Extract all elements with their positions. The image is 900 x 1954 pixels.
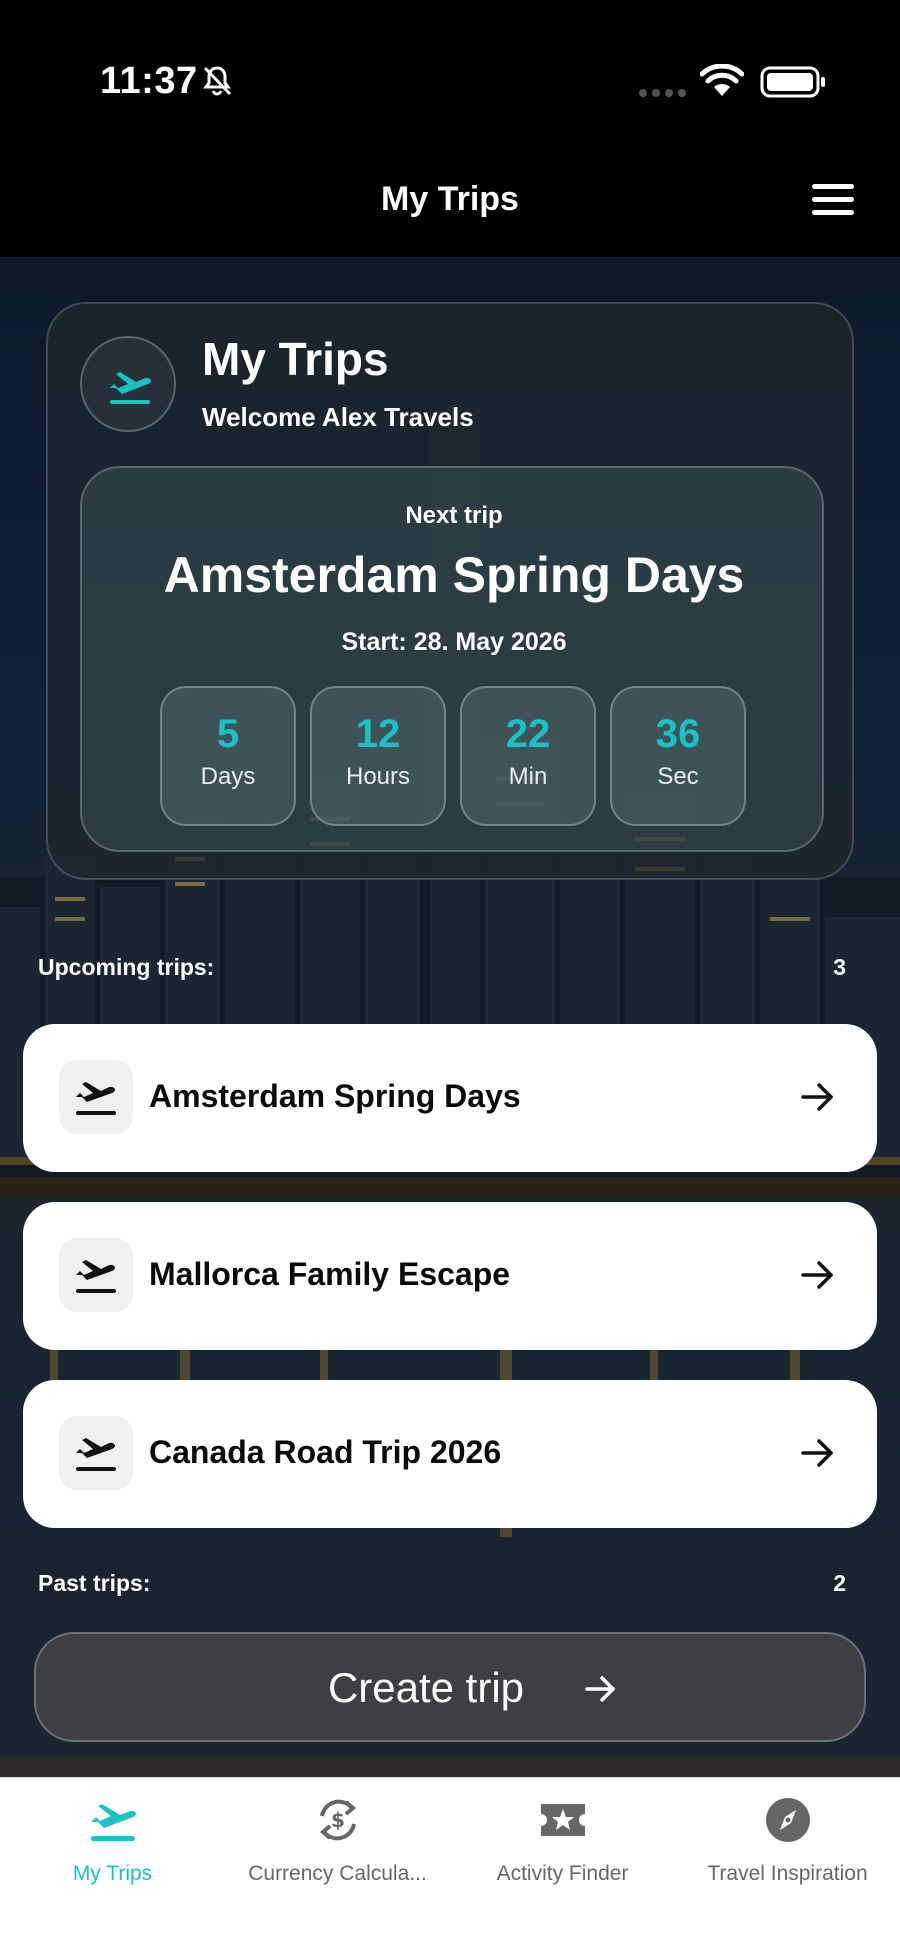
past-trips-count: 2 xyxy=(833,1570,846,1596)
page-title: My Trips xyxy=(381,180,519,218)
plane-takeoff-icon xyxy=(76,1438,116,1471)
status-bar: 11:37 xyxy=(0,0,900,160)
welcome-text: Welcome Alex Travels xyxy=(202,402,474,432)
arrow-right-icon xyxy=(801,1439,833,1467)
hero-avatar xyxy=(80,336,176,432)
battery-icon xyxy=(760,66,825,98)
tab-travel-inspiration[interactable]: Travel Inspiration xyxy=(675,1778,900,1898)
hamburger-icon-line xyxy=(812,197,854,202)
tab-label: My Trips xyxy=(72,1862,153,1885)
trip-name: Canada Road Trip 2026 xyxy=(149,1434,502,1470)
arrow-right-icon xyxy=(801,1083,833,1111)
plane-takeoff-icon xyxy=(90,1804,136,1841)
trip-card-canada[interactable]: Canada Road Trip 2026 xyxy=(23,1380,877,1528)
countdown-value: 5 xyxy=(216,712,240,756)
trip-icon-container xyxy=(59,1060,133,1134)
svg-text:$: $ xyxy=(331,1808,345,1832)
tab-bar: My Trips $ Currency Calcula... Activity … xyxy=(0,1777,900,1954)
tab-label: Travel Inspiration xyxy=(707,1862,868,1885)
tab-currency-calculator[interactable]: $ Currency Calcula... xyxy=(225,1778,450,1898)
plane-takeoff-icon xyxy=(76,1260,116,1293)
trip-card-amsterdam[interactable]: Amsterdam Spring Days xyxy=(23,1024,877,1172)
countdown-value: 22 xyxy=(505,712,551,756)
navigation-bar: My Trips xyxy=(0,160,900,257)
countdown-unit: Hours xyxy=(345,763,411,790)
trip-icon-container xyxy=(59,1416,133,1490)
countdown-unit: Sec xyxy=(657,763,699,790)
countdown-minutes: 22 Min xyxy=(460,686,596,826)
countdown-value: 36 xyxy=(655,712,701,756)
next-trip-name: Amsterdam Spring Days xyxy=(163,547,745,603)
countdown-seconds: 36 Sec xyxy=(610,686,746,826)
currency-exchange-icon: $ xyxy=(319,1799,356,1841)
tab-label: Activity Finder xyxy=(496,1862,629,1885)
arrow-right-icon xyxy=(585,1676,615,1702)
countdown-unit: Days xyxy=(200,763,256,790)
status-time: 11:37 xyxy=(100,60,198,102)
menu-button[interactable] xyxy=(812,184,854,222)
ticket-star-icon xyxy=(540,1804,585,1836)
upcoming-trips-label: Upcoming trips: xyxy=(38,954,215,980)
plane-takeoff-icon xyxy=(110,372,152,404)
countdown-value: 12 xyxy=(355,712,401,756)
wifi-icon xyxy=(700,64,744,96)
countdown-hours: 12 Hours xyxy=(310,686,446,826)
signal-icon xyxy=(639,89,686,97)
next-trip-label: Next trip xyxy=(405,502,503,529)
bell-muted-icon xyxy=(203,66,232,96)
trip-name: Mallorca Family Escape xyxy=(149,1256,511,1292)
arrow-right-icon xyxy=(801,1261,833,1289)
hero-title: My Trips xyxy=(202,333,389,385)
tab-activity-finder[interactable]: Activity Finder xyxy=(450,1778,675,1898)
tab-label: Currency Calcula... xyxy=(248,1862,427,1885)
trip-name: Amsterdam Spring Days xyxy=(149,1078,521,1114)
hamburger-icon-line xyxy=(812,210,854,215)
plane-takeoff-icon xyxy=(76,1082,116,1115)
next-trip-card[interactable]: Next trip Amsterdam Spring Days Start: 2… xyxy=(80,466,824,852)
upcoming-trips-count: 3 xyxy=(833,954,846,980)
create-trip-label: Create trip xyxy=(327,1664,525,1711)
countdown-days: 5 Days xyxy=(160,686,296,826)
compass-icon xyxy=(765,1798,810,1842)
trip-icon-container xyxy=(59,1238,133,1312)
countdown-unit: Min xyxy=(508,763,548,790)
hamburger-icon-line xyxy=(812,184,854,189)
trip-card-mallorca[interactable]: Mallorca Family Escape xyxy=(23,1202,877,1350)
next-trip-start-date: Start: 28. May 2026 xyxy=(341,628,567,656)
trips-overview-card: My Trips Welcome Alex Travels Next trip … xyxy=(46,302,854,880)
tab-my-trips[interactable]: My Trips xyxy=(0,1778,225,1898)
past-trips-label[interactable]: Past trips: xyxy=(38,1570,150,1597)
create-trip-button[interactable]: Create trip xyxy=(34,1632,866,1742)
